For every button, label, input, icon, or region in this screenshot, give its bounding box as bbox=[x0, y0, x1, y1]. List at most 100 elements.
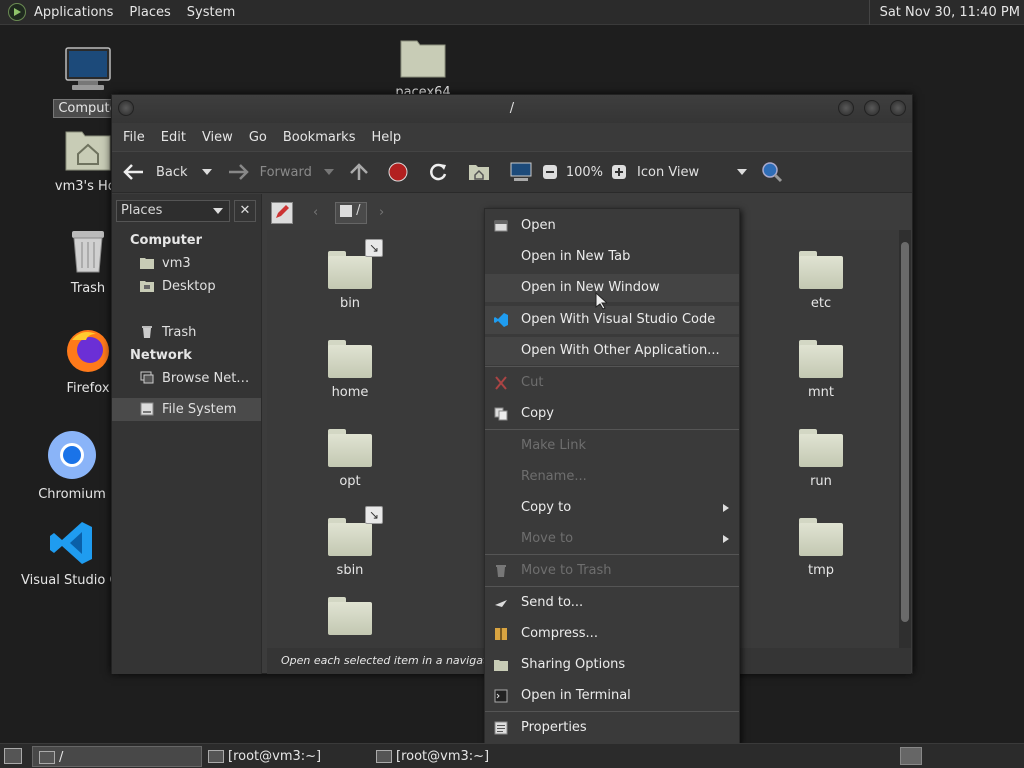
computer-button[interactable] bbox=[510, 151, 532, 193]
forward-button[interactable]: Forward bbox=[226, 151, 312, 193]
zoom-in-button[interactable] bbox=[611, 151, 627, 193]
menu-item-open-with-vscode[interactable]: Open With Visual Studio Code bbox=[485, 306, 739, 334]
vertical-scrollbar[interactable] bbox=[899, 230, 911, 648]
task-terminal-1[interactable]: [root@vm3:~] bbox=[202, 746, 370, 767]
search-button[interactable] bbox=[761, 151, 783, 193]
mate-logo-icon[interactable] bbox=[8, 3, 26, 21]
copy-icon bbox=[494, 407, 508, 421]
menu-separator bbox=[485, 366, 739, 367]
zoom-out-icon bbox=[542, 165, 557, 179]
folder-item[interactable]: mnt bbox=[781, 340, 861, 400]
back-button[interactable]: Back bbox=[122, 151, 188, 193]
folder-icon bbox=[328, 429, 372, 467]
task-terminal-2[interactable]: [root@vm3:~] bbox=[370, 746, 538, 767]
window-title: / bbox=[509, 101, 515, 116]
window-titlebar[interactable]: / bbox=[112, 95, 912, 123]
folder-item[interactable]: tmp bbox=[781, 518, 861, 578]
folder-icon bbox=[39, 751, 55, 764]
minimize-button[interactable] bbox=[838, 100, 854, 116]
menu-bookmarks[interactable]: Bookmarks bbox=[275, 130, 364, 145]
stop-button[interactable] bbox=[388, 151, 408, 193]
menu-item-open-new-tab[interactable]: Open in New Tab bbox=[485, 243, 739, 271]
desktop-icon-pacex64[interactable]: pacex64 bbox=[368, 38, 478, 101]
view-mode-select[interactable]: Icon View bbox=[637, 151, 748, 193]
menu-item-make-link[interactable]: Make Link bbox=[485, 432, 739, 460]
folder-item[interactable] bbox=[310, 597, 390, 642]
path-scroll-left[interactable]: ‹ bbox=[313, 205, 318, 220]
panel-clock[interactable]: Sat Nov 30, 11:40 PM bbox=[868, 0, 1024, 25]
menu-go[interactable]: Go bbox=[241, 130, 275, 145]
sidebar-heading-computer: Computer bbox=[130, 233, 203, 248]
menu-item-open-in-terminal[interactable]: Open in Terminal bbox=[485, 682, 739, 710]
menu-item-move-to[interactable]: Move to bbox=[485, 525, 739, 553]
computer-icon bbox=[510, 162, 532, 181]
menu-edit[interactable]: Edit bbox=[153, 130, 194, 145]
menu-item-rename[interactable]: Rename... bbox=[485, 463, 739, 491]
reload-button[interactable] bbox=[428, 151, 448, 193]
menu-separator bbox=[485, 711, 739, 712]
home-button[interactable] bbox=[468, 151, 490, 193]
forward-history-dropdown[interactable] bbox=[323, 151, 334, 193]
workspace-switcher[interactable] bbox=[900, 747, 922, 765]
menu-item-copy-to[interactable]: Copy to bbox=[485, 494, 739, 522]
menu-item-copy[interactable]: Copy bbox=[485, 400, 739, 428]
folder-item[interactable]: etc bbox=[781, 251, 861, 311]
menu-item-open-with-other[interactable]: Open With Other Application... bbox=[485, 337, 739, 365]
path-scroll-right[interactable]: › bbox=[379, 205, 384, 220]
folder-item[interactable]: ↘ sbin bbox=[310, 506, 390, 578]
back-arrow-icon bbox=[123, 164, 143, 180]
places-menu[interactable]: Places bbox=[121, 5, 178, 20]
menu-item-send-to[interactable]: Send to... bbox=[485, 589, 739, 617]
scrollbar-thumb[interactable] bbox=[901, 242, 909, 622]
home-icon bbox=[468, 165, 489, 180]
close-button[interactable] bbox=[890, 100, 906, 116]
toolbar: Back Forward 100% Icon View bbox=[112, 151, 912, 193]
menu-help[interactable]: Help bbox=[363, 130, 409, 145]
menu-item-properties[interactable]: Properties bbox=[485, 714, 739, 742]
system-menu[interactable]: System bbox=[179, 5, 243, 20]
terminal-icon bbox=[208, 750, 224, 763]
sidebar-item-vm3[interactable]: vm3 bbox=[112, 252, 261, 275]
folder-item[interactable]: ↘ bin bbox=[310, 239, 390, 311]
properties-icon bbox=[494, 721, 508, 735]
sidebar-item-filesystem[interactable]: File System bbox=[112, 398, 261, 421]
menu-item-move-to-trash[interactable]: Move to Trash bbox=[485, 557, 739, 585]
close-sidebar-button[interactable]: ✕ bbox=[234, 200, 256, 222]
zoom-out-button[interactable] bbox=[542, 151, 558, 193]
menu-item-open-new-window[interactable]: Open in New Window bbox=[485, 274, 739, 302]
menu-item-compress[interactable]: Compress... bbox=[485, 620, 739, 648]
context-menu: Open Open in New Tab Open in New Window … bbox=[484, 208, 740, 744]
menu-item-cut[interactable]: Cut bbox=[485, 369, 739, 397]
folder-item[interactable]: opt bbox=[310, 429, 390, 489]
folder-item[interactable]: home bbox=[310, 340, 390, 400]
desktop-icon-label: Trash bbox=[70, 281, 106, 296]
sidebar-item-browse-network[interactable]: Browse Net… bbox=[112, 367, 261, 390]
folder-icon bbox=[328, 340, 372, 378]
sidebar-item-desktop[interactable]: Desktop bbox=[112, 275, 261, 298]
folder-item[interactable]: run bbox=[781, 429, 861, 489]
maximize-button[interactable] bbox=[864, 100, 880, 116]
sidebar-item-trash[interactable]: Trash bbox=[112, 321, 261, 344]
zoom-level[interactable]: 100% bbox=[566, 151, 603, 193]
menu-item-open[interactable]: Open bbox=[485, 212, 739, 240]
stop-icon bbox=[388, 162, 408, 182]
menu-file[interactable]: File bbox=[115, 130, 153, 145]
menu-view[interactable]: View bbox=[194, 130, 241, 145]
window-menu-button[interactable] bbox=[118, 100, 134, 116]
sidebar-type-select[interactable]: Places bbox=[116, 200, 230, 222]
menu-item-sharing-options[interactable]: Sharing Options bbox=[485, 651, 739, 679]
edit-pencil-icon bbox=[276, 205, 289, 218]
archive-icon bbox=[495, 628, 507, 640]
applications-menu[interactable]: Applications bbox=[26, 5, 121, 20]
task-file-manager[interactable]: / bbox=[32, 746, 202, 767]
up-button[interactable] bbox=[348, 151, 370, 193]
share-folder-icon bbox=[494, 660, 508, 671]
back-history-dropdown[interactable] bbox=[201, 151, 212, 193]
path-button-root[interactable]: / bbox=[335, 202, 367, 224]
show-desktop-icon[interactable] bbox=[4, 748, 22, 764]
chromium-icon bbox=[48, 431, 96, 479]
network-icon bbox=[140, 371, 154, 384]
toggle-location-entry-button[interactable] bbox=[271, 202, 293, 224]
home-folder-icon bbox=[65, 131, 111, 171]
places-sidebar: Places ✕ Computer vm3 Desktop File Syste… bbox=[112, 194, 262, 674]
